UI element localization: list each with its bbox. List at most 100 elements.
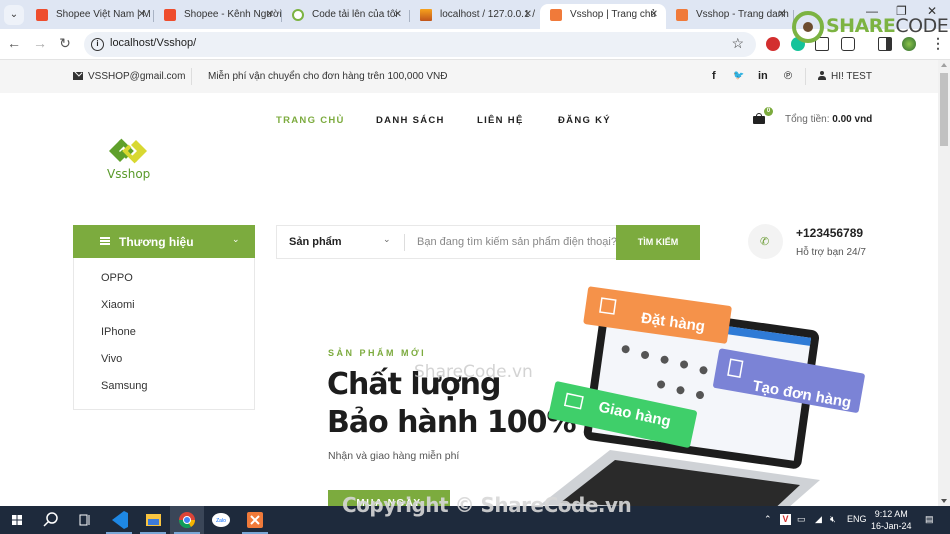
tab-close-icon[interactable]: ✕ xyxy=(138,4,146,26)
search-category-select[interactable]: Sản phẩm xyxy=(289,236,342,248)
user-greeting[interactable]: HI! TEST xyxy=(831,71,872,82)
nav-item-contact[interactable]: LIÊN HỆ xyxy=(477,115,524,126)
notification-center-icon[interactable]: ▤ xyxy=(925,514,934,525)
browser-tab[interactable]: localhost / 127.0.0.1 / ✕ xyxy=(410,4,540,29)
tab-close-icon[interactable]: ✕ xyxy=(394,4,402,26)
tab-close-icon[interactable]: ✕ xyxy=(778,4,786,26)
xampp-favicon-icon xyxy=(676,9,688,21)
browser-tab[interactable]: Code tải lên của tôi ✕ xyxy=(282,4,410,29)
divider xyxy=(191,68,192,85)
browser-tab[interactable]: Shopee - Kênh Người ✕ xyxy=(154,4,282,29)
tab-title: Shopee Việt Nam | M xyxy=(56,9,151,20)
sharecode-favicon-icon xyxy=(292,9,304,21)
tray-language[interactable]: ENG xyxy=(847,514,867,524)
tab-close-icon[interactable]: ✕ xyxy=(650,4,658,26)
tab-title: Vsshop - Trang danh xyxy=(696,9,789,20)
taskbar-app-zalo[interactable]: Zalo xyxy=(204,506,238,534)
category-menu-toggle[interactable]: Thương hiệu ⌄ xyxy=(73,225,255,258)
category-item[interactable]: IPhone xyxy=(101,326,136,338)
side-panel-icon[interactable] xyxy=(878,37,892,51)
taskbar-search-button[interactable] xyxy=(34,506,68,534)
tray-wifi-icon[interactable]: ◢ xyxy=(815,514,822,525)
shopee-favicon-icon xyxy=(36,9,48,21)
reload-icon[interactable]: ↻ xyxy=(55,35,75,52)
shopee-favicon-icon xyxy=(164,9,176,21)
tray-vietkey-icon[interactable]: V xyxy=(780,514,791,525)
url-text[interactable]: localhost/Vsshop/ xyxy=(110,37,196,49)
taskbar-app-vscode[interactable] xyxy=(102,506,136,534)
taskbar-app-chrome[interactable] xyxy=(170,506,204,534)
tab-title: localhost / 127.0.0.1 / xyxy=(440,9,536,20)
tray-overflow-icon[interactable]: ⌃ xyxy=(764,514,772,525)
category-item[interactable]: Samsung xyxy=(101,380,147,392)
category-list: OPPO Xiaomi IPhone Vivo Samsung xyxy=(73,258,255,410)
extension-adblock-icon[interactable] xyxy=(766,37,780,51)
task-view-button[interactable] xyxy=(68,506,102,534)
forward-arrow-icon[interactable]: → xyxy=(30,35,50,51)
tab-close-icon[interactable]: ✕ xyxy=(524,4,532,26)
site-logo[interactable]: Vsshop xyxy=(106,136,152,182)
scroll-up-arrow-icon[interactable] xyxy=(941,63,947,67)
page-scrollbar[interactable] xyxy=(938,60,950,506)
back-arrow-icon[interactable]: ← xyxy=(4,35,24,51)
phone-badge: ✆ xyxy=(748,224,783,259)
search-bar: Sản phẩm ⌄ Bạn đang tìm kiếm sản phẩm đi… xyxy=(276,225,700,260)
profile-avatar[interactable] xyxy=(902,37,916,51)
search-icon xyxy=(43,512,58,527)
divider xyxy=(404,234,405,251)
taskbar-app-file-explorer[interactable] xyxy=(136,506,170,534)
xampp-favicon-icon xyxy=(550,9,562,21)
tray-volume-muted-icon[interactable]: 🔇︎ xyxy=(830,514,836,525)
chevron-down-icon[interactable]: ⌄ xyxy=(383,234,391,245)
cart-count-badge: 0 xyxy=(764,107,773,116)
tab-close-icon[interactable]: ✕ xyxy=(266,4,274,26)
extensions-puzzle-icon[interactable] xyxy=(841,37,855,51)
start-button[interactable] xyxy=(0,506,34,534)
cart-total: Tổng tiền: 0.00 vnd xyxy=(785,114,872,125)
hamburger-icon xyxy=(100,237,110,245)
search-input[interactable]: Bạn đang tìm kiếm sản phẩm điện thoại? xyxy=(417,236,617,248)
scroll-down-arrow-icon[interactable] xyxy=(941,499,947,503)
chrome-icon xyxy=(178,512,196,529)
phpmyadmin-favicon-icon xyxy=(420,9,432,21)
clock-time: 9:12 AM xyxy=(874,509,908,519)
twitter-icon[interactable]: 🐦 xyxy=(733,70,744,81)
logo-mark-icon xyxy=(109,138,147,164)
linkedin-icon[interactable]: in xyxy=(758,70,768,82)
site-info-icon[interactable]: i xyxy=(91,38,104,51)
category-item[interactable]: Xiaomi xyxy=(101,299,135,311)
nav-item-list[interactable]: DANH SÁCH xyxy=(376,115,445,126)
bookmark-star-icon[interactable]: ☆ xyxy=(731,35,744,52)
browser-tab-active[interactable]: Vsshop | Trang chủ ✕ xyxy=(540,4,666,29)
taskbar-app-xampp[interactable] xyxy=(238,506,272,534)
search-button[interactable]: TÌM KIẾM xyxy=(616,225,700,260)
category-title: Thương hiệu xyxy=(119,235,194,249)
scrollbar-thumb[interactable] xyxy=(940,73,948,146)
browser-tab[interactable]: Vsshop - Trang danh ✕ xyxy=(666,4,794,29)
zalo-icon: Zalo xyxy=(212,513,230,527)
pinterest-icon[interactable]: ℗ xyxy=(784,70,792,82)
category-item[interactable]: Vivo xyxy=(101,353,122,365)
nav-item-register[interactable]: ĐĂNG KÝ xyxy=(558,115,611,126)
category-item[interactable]: OPPO xyxy=(101,272,133,284)
browser-tab[interactable]: Shopee Việt Nam | M ✕ xyxy=(26,4,154,29)
support-phone[interactable]: +123456789 xyxy=(796,226,863,240)
tab-title: Vsshop | Trang chủ xyxy=(570,9,656,20)
cart-total-label: Tổng tiền: xyxy=(785,114,830,125)
chrome-menu-icon[interactable]: ⋮ xyxy=(928,35,948,52)
watermark-text: ShareCode.vn xyxy=(414,362,533,382)
shopping-bag-icon[interactable] xyxy=(753,113,765,124)
taskbar-clock[interactable]: 9:12 AM 16-Jan-24 xyxy=(871,508,912,532)
clock-date: 16-Jan-24 xyxy=(871,521,912,531)
tray-battery-icon[interactable]: ▭ xyxy=(797,514,806,525)
address-bar[interactable]: i localhost/Vsshop/ ☆ xyxy=(84,32,756,57)
envelope-icon xyxy=(73,72,83,80)
copyright-watermark: Copyright © ShareCode.vn xyxy=(342,493,632,517)
contact-email[interactable]: VSSHOP@gmail.com xyxy=(88,71,185,82)
facebook-icon[interactable]: f xyxy=(712,70,716,82)
vscode-icon xyxy=(112,511,128,529)
top-info-bar: VSSHOP@gmail.com Miễn phí vận chuyển cho… xyxy=(0,60,938,93)
task-view-icon xyxy=(79,514,90,526)
tab-search-button[interactable]: ⌄ xyxy=(4,5,24,25)
nav-item-home[interactable]: TRANG CHỦ xyxy=(276,115,345,126)
